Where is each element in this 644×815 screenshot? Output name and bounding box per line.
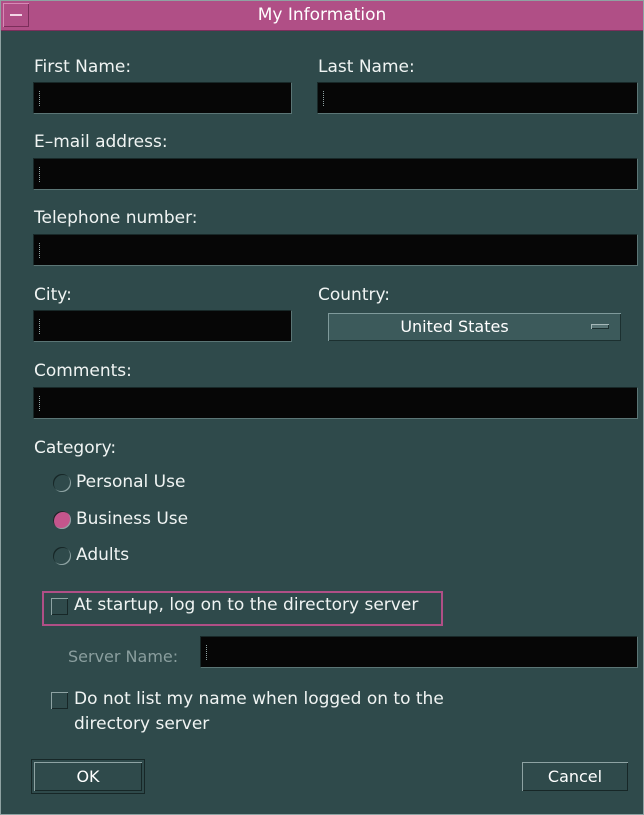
title-bar[interactable]: My Information: [1, 1, 643, 31]
first-name-label: First Name:: [34, 57, 132, 77]
city-label: City:: [34, 285, 72, 305]
email-label: E–mail address:: [34, 132, 168, 152]
option-menu-indicator-icon: [591, 324, 609, 329]
last-name-field[interactable]: [317, 82, 638, 114]
text-cursor-icon: [323, 91, 326, 106]
radio-business-use-label[interactable]: Business Use: [76, 509, 188, 529]
radio-button-icon[interactable]: [53, 547, 71, 565]
first-name-field[interactable]: [33, 82, 292, 114]
last-name-label: Last Name:: [318, 57, 415, 77]
country-selected-value: United States: [400, 317, 509, 336]
radio-button-icon[interactable]: [53, 474, 71, 492]
unlisted-name-checkbox[interactable]: [51, 692, 68, 709]
unlisted-name-label-line2[interactable]: directory server: [74, 714, 209, 734]
window-title: My Information: [257, 5, 387, 25]
ok-button[interactable]: OK: [31, 759, 145, 794]
server-name-field[interactable]: [200, 636, 638, 668]
text-cursor-icon: [39, 167, 42, 182]
country-dropdown[interactable]: United States: [328, 313, 621, 341]
server-name-label: Server Name:: [68, 647, 179, 666]
text-cursor-icon: [39, 91, 42, 106]
text-cursor-icon: [206, 645, 209, 660]
telephone-label: Telephone number:: [34, 208, 198, 228]
country-label: Country:: [318, 285, 391, 305]
ok-button-label: OK: [76, 767, 100, 786]
radio-personal-use-label[interactable]: Personal Use: [76, 472, 185, 492]
cancel-button[interactable]: Cancel: [522, 762, 628, 791]
unlisted-name-label-line1[interactable]: Do not list my name when logged on to th…: [74, 689, 444, 709]
my-information-dialog: My Information First Name: Last Name: E–…: [0, 0, 644, 815]
category-label: Category:: [34, 438, 117, 458]
cancel-button-label: Cancel: [547, 767, 603, 786]
comments-label: Comments:: [34, 361, 132, 381]
city-field[interactable]: [33, 310, 292, 342]
telephone-field[interactable]: [33, 234, 638, 266]
text-cursor-icon: [39, 319, 42, 334]
text-cursor-icon: [39, 243, 42, 258]
startup-login-label[interactable]: At startup, log on to the directory serv…: [74, 595, 418, 615]
radio-button-selected-icon[interactable]: [53, 511, 71, 529]
text-cursor-icon: [39, 396, 42, 411]
comments-field[interactable]: [33, 387, 638, 419]
startup-login-checkbox[interactable]: [51, 598, 68, 615]
radio-adults-label[interactable]: Adults: [76, 545, 129, 565]
email-field[interactable]: [33, 158, 638, 190]
